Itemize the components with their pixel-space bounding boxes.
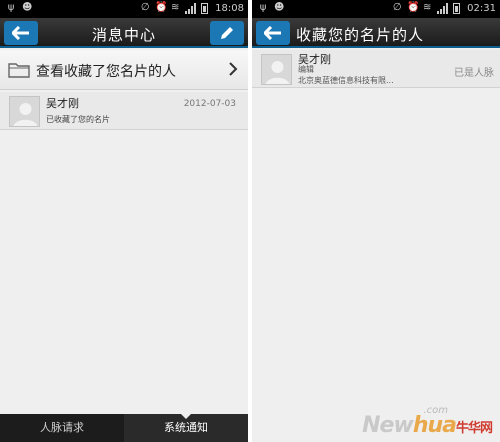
- page: ψ ☻ ∅ ⏰ ≋ 18:08 消息中心 查看收藏了您名片的人 吴才刚 2012…: [0, 0, 500, 442]
- pencil-icon: [221, 27, 233, 39]
- connection-status: 已是人脉: [454, 68, 494, 79]
- battery-icon: [453, 2, 461, 14]
- default-avatar-icon: [265, 61, 290, 84]
- watermark-hua: hua: [412, 413, 457, 438]
- android-icon: ☻: [22, 2, 33, 13]
- title-bar: 消息中心: [0, 18, 248, 48]
- view-favorites-label: 查看收藏了您名片的人: [36, 64, 176, 80]
- message-name: 吴才刚: [46, 97, 79, 110]
- back-button[interactable]: [256, 21, 290, 45]
- status-bar: ψ ☻ ∅ ⏰ ≋ 18:08: [0, 0, 248, 18]
- status-time: 18:08: [215, 2, 244, 14]
- message-date: 2012-07-03: [183, 99, 236, 109]
- left-screen: ψ ☻ ∅ ⏰ ≋ 18:08 消息中心 查看收藏了您名片的人 吴才刚 2012…: [0, 0, 248, 442]
- page-title: 收藏您的名片的人: [296, 26, 425, 44]
- signal-icon: [437, 2, 449, 14]
- right-screen: ψ ☻ ∅ ⏰ ≋ 02:31 收藏您的名片的人 吴才刚 编辑 北京奥蓝德信息科…: [252, 0, 500, 442]
- contact-company: 北京奥蓝德信息科技有限...: [298, 76, 394, 85]
- avatar: [261, 54, 292, 85]
- watermark-new: New: [362, 413, 414, 438]
- battery-icon: [201, 2, 209, 14]
- watermark-logo: Newhua牛华网: [362, 413, 493, 438]
- back-arrow-icon: [264, 26, 281, 40]
- usb-icon: ψ: [7, 2, 15, 13]
- mute-icon: ∅: [392, 2, 402, 13]
- contact-position: 编辑: [298, 65, 314, 74]
- tab-contact-requests[interactable]: 人脉请求: [0, 414, 124, 442]
- status-time: 02:31: [467, 2, 496, 14]
- wifi-icon: ≋: [170, 2, 180, 13]
- mute-icon: ∅: [140, 2, 150, 13]
- watermark-cn: 牛华网: [455, 421, 493, 436]
- message-item[interactable]: 吴才刚 2012-07-03 已收藏了您的名片: [0, 92, 248, 130]
- android-icon: ☻: [274, 2, 285, 13]
- avatar: [9, 96, 40, 127]
- wifi-icon: ≋: [422, 2, 432, 13]
- edit-button[interactable]: [210, 21, 244, 45]
- tab-system-notices[interactable]: 系统通知: [124, 414, 248, 442]
- default-avatar-icon: [13, 103, 38, 126]
- chevron-right-icon: [229, 62, 238, 76]
- alarm-icon: ⏰: [155, 2, 168, 13]
- status-bar: ψ ☻ ∅ ⏰ ≋ 02:31: [252, 0, 500, 18]
- alarm-icon: ⏰: [407, 2, 420, 13]
- title-bar: 收藏您的名片的人: [252, 18, 500, 48]
- watermark: .com Newhua牛华网: [296, 400, 496, 440]
- signal-icon: [185, 2, 197, 14]
- tab-bar: 人脉请求 系统通知: [0, 414, 248, 442]
- message-text: 已收藏了您的名片: [46, 115, 110, 124]
- contact-item[interactable]: 吴才刚 编辑 北京奥蓝德信息科技有限... 已是人脉: [252, 50, 500, 88]
- view-favorites-row[interactable]: 查看收藏了您名片的人: [0, 50, 248, 90]
- usb-icon: ψ: [259, 2, 267, 13]
- folder-icon: [8, 63, 30, 78]
